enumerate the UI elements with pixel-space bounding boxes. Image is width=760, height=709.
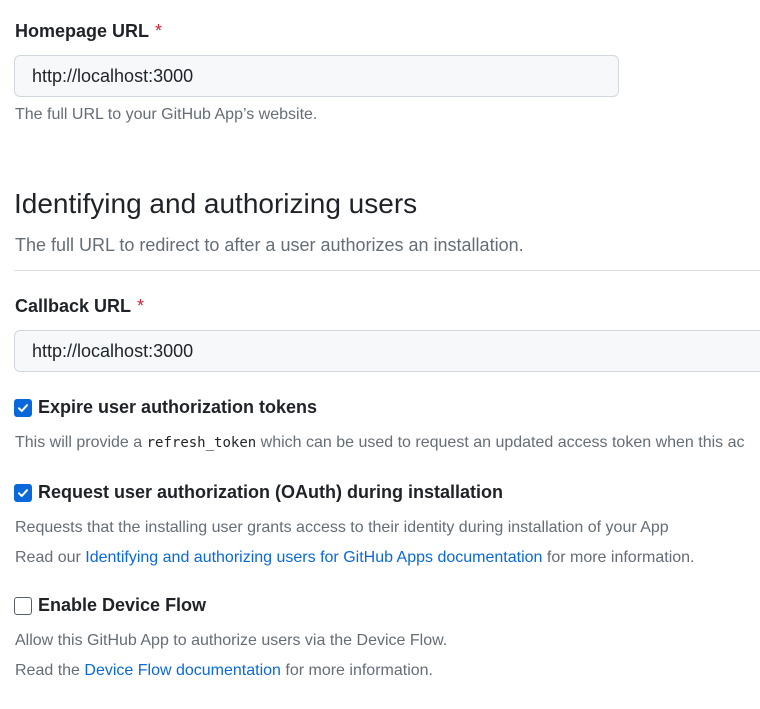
request-oauth-checkbox[interactable]: [14, 483, 32, 502]
homepage-url-label-text: Homepage URL: [15, 21, 150, 41]
device-flow-docs-link[interactable]: Device Flow documentation: [84, 662, 281, 679]
request-oauth-label: Request user authorization (OAuth) durin…: [38, 482, 504, 502]
expire-tokens-checkbox[interactable]: [14, 398, 32, 417]
section-divider: [14, 270, 760, 271]
identifying-section-subheading: The full URL to redirect to after a user…: [15, 235, 524, 255]
expire-tokens-note: This will provide a refresh_token which …: [15, 434, 745, 452]
request-oauth-note: Requests that the installing user grants…: [15, 519, 669, 536]
callback-url-label-text: Callback URL: [15, 296, 132, 316]
required-asterisk: *: [155, 21, 163, 41]
request-oauth-doc-note: Read our Identifying and authorizing use…: [15, 549, 695, 567]
request-oauth-option[interactable]: Request user authorization (OAuth) durin…: [14, 482, 503, 503]
device-flow-doc-prefix: Read the: [15, 662, 85, 679]
expire-tokens-note-prefix: This will provide a: [15, 434, 147, 451]
request-oauth-doc-prefix: Read our: [15, 549, 86, 566]
expire-tokens-option[interactable]: Expire user authorization tokens: [14, 397, 317, 418]
homepage-url-note: The full URL to your GitHub App’s websit…: [15, 106, 318, 123]
device-flow-option[interactable]: Enable Device Flow: [14, 595, 206, 616]
checkmark-icon: [18, 488, 28, 497]
device-flow-doc-note: Read the Device Flow documentation for m…: [15, 662, 433, 680]
device-flow-label: Enable Device Flow: [38, 595, 207, 615]
github-app-settings-form: Homepage URL* The full URL to your GitHu…: [0, 0, 760, 709]
refresh-token-code: refresh_token: [146, 435, 257, 451]
device-flow-doc-suffix: for more information.: [280, 662, 433, 679]
callback-url-input[interactable]: [14, 330, 760, 372]
identifying-users-docs-link[interactable]: Identifying and authorizing users for Gi…: [85, 549, 542, 566]
identifying-section-heading: Identifying and authorizing users: [14, 188, 418, 219]
required-asterisk: *: [137, 296, 145, 316]
checkmark-icon: [18, 403, 28, 412]
expire-tokens-label: Expire user authorization tokens: [38, 397, 318, 417]
device-flow-note: Allow this GitHub App to authorize users…: [15, 632, 448, 649]
callback-url-label: Callback URL *: [15, 296, 144, 317]
expire-tokens-note-suffix: which can be used to request an updated …: [256, 434, 745, 451]
request-oauth-doc-suffix: for more information.: [542, 549, 695, 566]
homepage-url-input[interactable]: [14, 55, 619, 97]
device-flow-checkbox[interactable]: [14, 596, 32, 615]
homepage-url-label: Homepage URL *: [15, 21, 162, 42]
